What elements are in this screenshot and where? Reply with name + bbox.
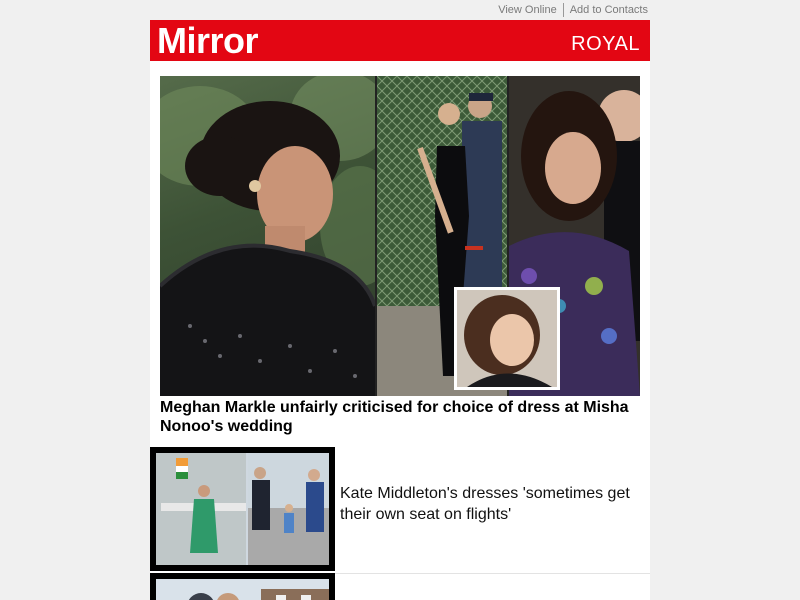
portrait-illustration	[160, 76, 375, 396]
thumbnail-illustration	[156, 579, 329, 600]
email-container: View Online Add to Contacts Mirror ROYAL	[150, 0, 650, 600]
section-label: ROYAL	[571, 33, 640, 55]
story-thumbnail[interactable]	[150, 573, 335, 600]
hero-inset-portrait	[454, 287, 560, 390]
top-links-bar: View Online Add to Contacts	[150, 0, 650, 20]
story-thumbnail[interactable]	[150, 447, 335, 571]
mirror-logo[interactable]: Mirror	[157, 23, 259, 59]
hero-image[interactable]	[160, 76, 640, 396]
hero-headline[interactable]: Meghan Markle unfairly criticised for ch…	[160, 398, 640, 436]
inset-face-illustration	[464, 295, 552, 387]
newsletter-content: Meghan Markle unfairly criticised for ch…	[150, 61, 650, 600]
list-item[interactable]	[150, 573, 650, 600]
list-item[interactable]: Kate Middleton's dresses 'sometimes get …	[150, 445, 650, 574]
thumbnail-illustration	[156, 453, 329, 565]
add-to-contacts-link[interactable]: Add to Contacts	[564, 4, 648, 16]
hero-image-panel-left	[160, 76, 375, 396]
masthead[interactable]: Mirror ROYAL	[150, 20, 650, 61]
view-online-link[interactable]: View Online	[492, 4, 563, 16]
story-headline[interactable]: Kate Middleton's dresses 'sometimes get …	[340, 483, 640, 525]
